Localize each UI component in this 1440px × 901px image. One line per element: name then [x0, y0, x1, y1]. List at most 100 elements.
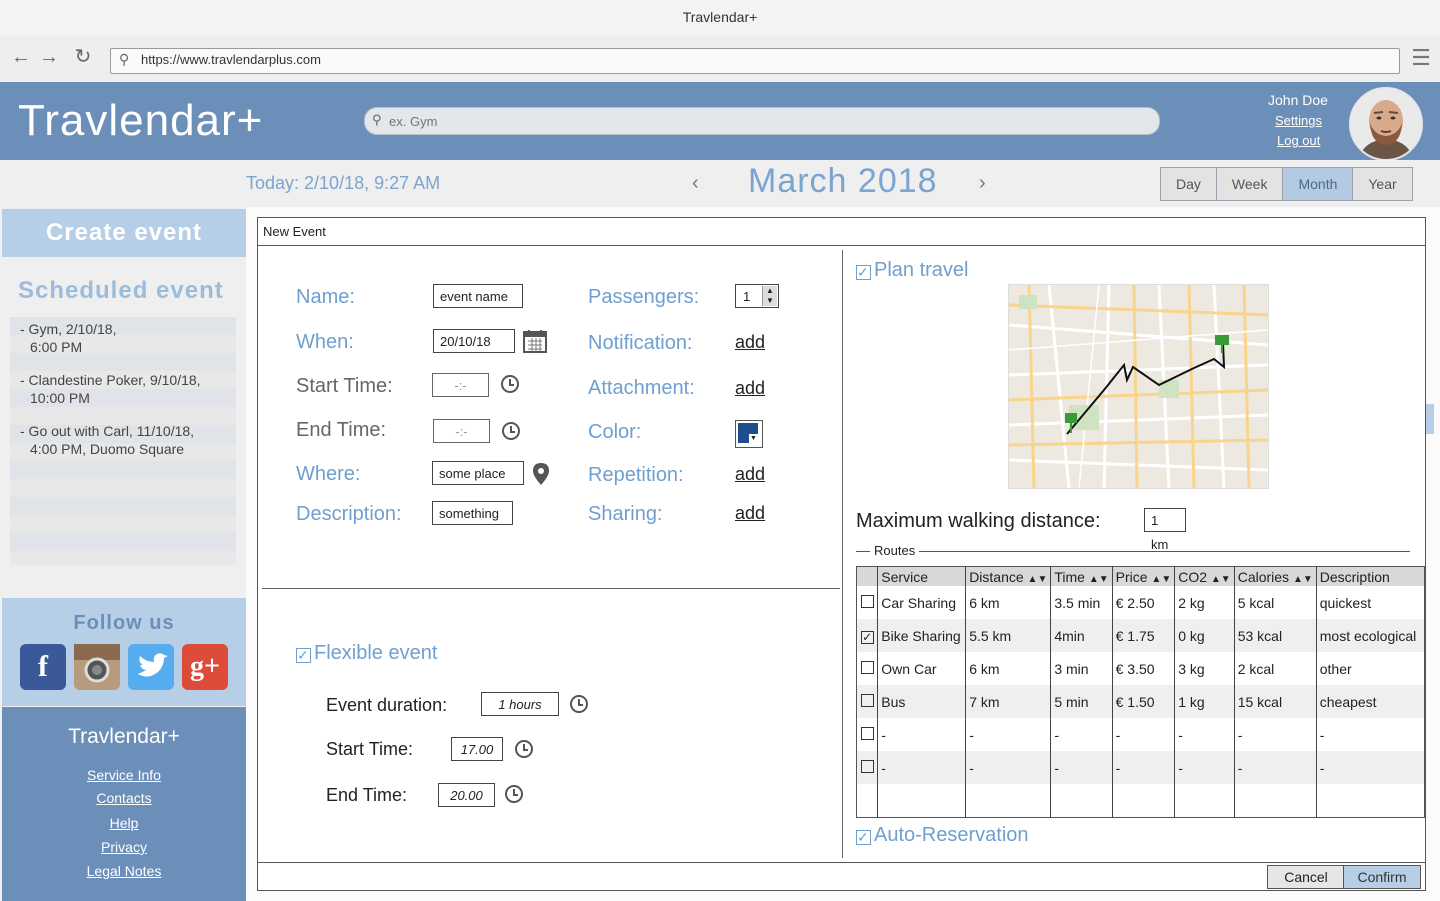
confirm-button[interactable]: Confirm — [1343, 865, 1421, 889]
table-row[interactable]: ✓ Bike Sharing 5.5 km 4min € 1.75 0 kg 5… — [856, 619, 1425, 652]
flex-end-time-label: End Time: — [326, 785, 408, 805]
route-checkbox[interactable] — [860, 660, 874, 674]
event-duration-input[interactable]: 1 hours — [481, 692, 559, 716]
passengers-stepper[interactable]: 1 ▲ ▼ — [735, 284, 779, 308]
clock-icon[interactable] — [502, 422, 520, 440]
view-year-button[interactable]: Year — [1353, 168, 1412, 200]
brand-logo[interactable]: Travlendar+ — [18, 96, 263, 146]
dialog-title: New Event — [258, 218, 1425, 246]
column-distance[interactable]: Distance ▲▼ — [965, 566, 1051, 586]
table-row[interactable]: - - - - - - - — [857, 718, 1425, 751]
sort-icon: ▲▼ — [1151, 573, 1172, 585]
settings-link[interactable]: Settings — [1275, 113, 1322, 128]
where-label: Where: — [296, 463, 361, 485]
passengers-label: Passengers: — [588, 286, 700, 308]
clock-icon[interactable] — [515, 740, 533, 758]
checkbox-checked-icon: ✓ — [856, 265, 871, 280]
auto-reservation-checkbox[interactable]: ✓ Auto-Reservation — [856, 824, 1029, 847]
facebook-icon[interactable]: f — [20, 644, 66, 690]
column-co2[interactable]: CO2 ▲▼ — [1174, 566, 1235, 586]
scheduled-event-item[interactable]: - Gym, 2/10/18, 6:00 PM — [10, 317, 236, 364]
sharing-label: Sharing: — [588, 503, 663, 525]
avatar[interactable] — [1349, 87, 1423, 161]
scheduled-event-item[interactable]: - Clandestine Poker, 9/10/18, 10:00 PM — [10, 368, 236, 415]
table-row[interactable]: Own Car 6 km 3 min € 3.50 3 kg 2 kcal ot… — [857, 652, 1425, 685]
start-time-input[interactable]: -:- — [432, 373, 489, 397]
clock-icon[interactable] — [505, 785, 523, 803]
end-time-input[interactable]: -:- — [433, 419, 490, 443]
footer-link-help[interactable]: Help — [2, 815, 246, 831]
plan-travel-checkbox[interactable]: ✓ Plan travel — [856, 259, 969, 282]
add-notification-link[interactable]: add — [735, 332, 765, 353]
footer-link-contacts[interactable]: Contacts — [2, 790, 246, 806]
google-plus-icon[interactable]: g+ — [182, 644, 228, 690]
create-event-button[interactable]: Create event — [2, 209, 246, 257]
route-map[interactable] — [1008, 284, 1269, 489]
follow-us-title: Follow us — [73, 612, 175, 634]
flex-end-time-input[interactable]: 20.00 — [438, 783, 495, 807]
footer-link-service-info[interactable]: Service Info — [2, 767, 246, 783]
name-label: Name: — [296, 286, 355, 308]
table-row[interactable]: - - - - - - - — [856, 751, 1425, 784]
window-title: Travlendar+ — [0, 0, 1440, 37]
new-event-dialog: New Event Name: event name When: 20/10/1… — [257, 217, 1426, 891]
route-checkbox[interactable] — [860, 759, 874, 773]
column-time[interactable]: Time ▲▼ — [1050, 566, 1113, 586]
search-icon: ⚲ — [119, 51, 130, 67]
view-month-button[interactable]: Month — [1283, 168, 1354, 200]
clock-icon[interactable] — [501, 375, 519, 393]
add-attachment-link[interactable]: add — [735, 378, 765, 399]
flex-start-time-input[interactable]: 17.00 — [451, 737, 503, 761]
forward-arrow-icon[interactable]: → — [38, 46, 60, 68]
footer-link-privacy[interactable]: Privacy — [2, 839, 246, 855]
route-checkbox[interactable] — [860, 726, 874, 740]
next-month-arrow-icon[interactable]: › — [979, 172, 986, 195]
attachment-label: Attachment: — [588, 377, 695, 399]
today-label: Today: 2/10/18, 9:27 AM — [246, 173, 441, 193]
search-bar[interactable]: ⚲ — [364, 107, 1160, 135]
color-label: Color: — [588, 421, 642, 443]
column-price[interactable]: Price ▲▼ — [1111, 566, 1175, 586]
scheduled-event-item[interactable]: - Go out with Carl, 11/10/18, 4:00 PM, D… — [10, 419, 236, 466]
logout-link[interactable]: Log out — [1277, 133, 1320, 148]
column-service[interactable]: Service — [877, 566, 966, 586]
max-walking-distance-input[interactable]: 1 km — [1144, 508, 1186, 552]
clock-icon[interactable] — [570, 695, 588, 713]
table-row[interactable]: Car Sharing 6 km 3.5 min € 2.50 2 kg 5 k… — [857, 586, 1425, 619]
address-bar[interactable]: ⚲ https://www.travlendarplus.com — [110, 48, 1400, 74]
footer-link-legal-notes[interactable]: Legal Notes — [2, 863, 246, 879]
add-repetition-link[interactable]: add — [735, 464, 765, 485]
where-input[interactable]: some place — [432, 461, 524, 485]
description-input[interactable]: something — [432, 501, 513, 525]
stepper-arrows-icon[interactable]: ▲ ▼ — [762, 286, 777, 306]
color-picker[interactable]: ▼ — [735, 420, 763, 448]
route-checkbox[interactable] — [860, 693, 874, 707]
hamburger-menu-icon[interactable]: ☰ — [1410, 47, 1432, 70]
when-input[interactable]: 20/10/18 — [433, 329, 515, 353]
sort-icon: ▲▼ — [1292, 573, 1313, 585]
prev-month-arrow-icon[interactable]: ‹ — [692, 172, 699, 195]
view-week-button[interactable]: Week — [1216, 168, 1284, 200]
route-checkbox[interactable] — [860, 594, 874, 608]
table-row[interactable]: Bus 7 km 5 min € 1.50 1 kg 15 kcal cheap… — [856, 685, 1425, 718]
column-calories[interactable]: Calories ▲▼ — [1233, 566, 1317, 586]
month-title: March 2018 — [748, 162, 938, 200]
name-input[interactable]: event name — [433, 284, 523, 308]
column-description[interactable]: Description — [1315, 566, 1425, 586]
start-time-label: Start Time: — [296, 375, 393, 397]
sort-icon: ▲▼ — [1027, 573, 1048, 585]
twitter-icon[interactable] — [128, 644, 174, 690]
location-pin-icon[interactable] — [533, 463, 549, 490]
dialog-footer-divider — [258, 862, 1425, 863]
instagram-icon[interactable] — [74, 644, 120, 690]
view-day-button[interactable]: Day — [1161, 168, 1217, 200]
route-checkbox-checked[interactable]: ✓ — [860, 630, 874, 644]
search-input[interactable] — [387, 110, 1151, 132]
back-arrow-icon[interactable]: ← — [10, 46, 32, 68]
add-sharing-link[interactable]: add — [735, 503, 765, 524]
cancel-button[interactable]: Cancel — [1267, 865, 1345, 889]
flexible-event-checkbox[interactable]: ✓ Flexible event — [296, 642, 437, 665]
notification-label: Notification: — [588, 332, 693, 354]
reload-icon[interactable]: ↻ — [72, 46, 94, 68]
calendar-icon[interactable] — [523, 329, 547, 358]
